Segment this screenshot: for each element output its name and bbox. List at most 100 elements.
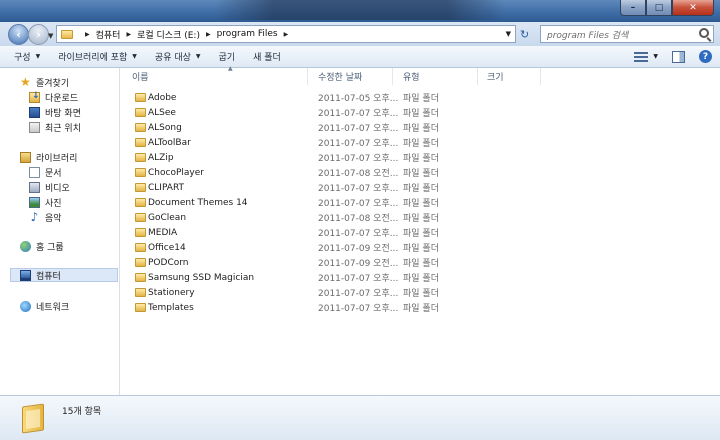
folder-icon [135,123,146,132]
file-row[interactable]: ALSong 2011-07-07 오후... 파일 폴더 [121,120,720,135]
file-type: 파일 폴더 [403,169,439,179]
file-type: 파일 폴더 [403,229,439,239]
videos-icon [29,181,40,193]
network-icon [20,300,31,312]
folder-icon [135,198,146,207]
nav-item-documents[interactable]: 문서 [29,165,62,179]
file-name: Adobe [148,92,177,103]
file-row[interactable]: ChocoPlayer 2011-07-08 오전... 파일 폴더 [121,165,720,180]
file-row[interactable]: Document Themes 14 2011-07-07 오후... 파일 폴더 [121,195,720,210]
file-name: PODCorn [148,257,189,268]
music-icon: ♪ [30,209,39,224]
file-date-modified: 2011-07-09 오전... [318,244,399,254]
file-name: Samsung SSD Magician [148,272,255,283]
recent-pages-dropdown[interactable]: ▼ [48,32,53,40]
computer-icon [20,269,31,281]
include-library-button[interactable]: 라이브러리에 포함 ▼ [54,50,141,63]
breadcrumb-program-files[interactable]: program Files ▶ [217,29,289,39]
organize-button[interactable]: 구성 ▼ [10,50,44,63]
title-glare [215,0,505,20]
breadcrumb-root-chevron[interactable]: ▶ [79,31,90,38]
file-row[interactable]: PODCorn 2011-07-09 오전... 파일 폴더 [121,255,720,270]
file-row[interactable]: CLIPART 2011-07-07 오후... 파일 폴더 [121,180,720,195]
new-folder-button[interactable]: 새 폴더 [249,50,285,63]
documents-icon [29,166,40,178]
address-history-dropdown[interactable]: ▼ [506,30,511,38]
file-name: CLIPART [148,182,185,193]
file-row[interactable]: Adobe 2011-07-05 오후... 파일 폴더 [121,90,720,105]
item-count: 15개 항목 [62,407,102,417]
nav-item-downloads[interactable]: 다운로드 [29,90,78,104]
file-name: MEDIA [148,227,178,238]
breadcrumb-local-disk[interactable]: 로컬 디스크 (E:) ▶ [137,28,211,41]
file-row[interactable]: Samsung SSD Magician 2011-07-07 오후... 파일 폴… [121,270,720,285]
file-name: Templates [148,302,194,313]
change-view-icon[interactable] [634,51,649,63]
nav-homegroup[interactable]: 홈 그룹 [20,239,64,253]
file-date-modified: 2011-07-07 오후... [318,289,399,299]
file-name: Office14 [148,242,186,253]
file-row[interactable]: ALSee 2011-07-07 오후... 파일 폴더 [121,105,720,120]
column-header-name[interactable]: ▲ 이름 [132,65,308,85]
file-row[interactable]: ALZip 2011-07-07 오후... 파일 폴더 [121,150,720,165]
file-date-modified: 2011-07-07 오후... [318,199,399,209]
search-icon[interactable] [699,28,709,38]
file-date-modified: 2011-07-07 오후... [318,139,399,149]
forward-button[interactable]: › [28,24,49,45]
file-type: 파일 폴더 [403,289,439,299]
toolbar-right: ▼ ? [634,50,712,63]
nav-item-pictures[interactable]: 사진 [29,195,62,209]
navigation-pane: ★즐겨찾기 다운로드 바탕 화면 최근 위치 라이브러리 문서 비디오 사진 ♪… [0,68,120,395]
file-date-modified: 2011-07-08 오전... [318,169,399,179]
file-date-modified: 2011-07-05 오후... [318,94,399,104]
column-header-type[interactable]: 유형 [403,68,478,85]
nav-item-recent-places[interactable]: 최근 위치 [29,120,81,134]
nav-item-desktop[interactable]: 바탕 화면 [29,105,81,119]
nav-item-music[interactable]: ♪ 음악 [29,210,62,224]
file-type: 파일 폴더 [403,139,439,149]
refresh-icon[interactable]: ↻ [520,28,529,41]
file-row[interactable]: ALToolBar 2011-07-07 오후... 파일 폴더 [121,135,720,150]
file-row[interactable]: GoClean 2011-07-08 오전... 파일 폴더 [121,210,720,225]
column-header-size[interactable]: 크기 [487,68,541,85]
folder-icon [135,273,146,282]
close-button[interactable]: ✕ [672,0,714,16]
file-type: 파일 폴더 [403,199,439,209]
folder-icon [135,228,146,237]
libraries-icon [20,151,31,163]
search-input[interactable]: program Files 검색 [540,25,714,43]
folder-icon [61,29,73,39]
file-row[interactable]: Stationery 2011-07-07 오후... 파일 폴더 [121,285,720,300]
minimize-button[interactable]: – [620,0,646,16]
nav-item-videos[interactable]: 비디오 [29,180,70,194]
file-name: ChocoPlayer [148,167,204,178]
file-row[interactable]: Office14 2011-07-09 오전... 파일 폴더 [121,240,720,255]
view-options-dropdown[interactable]: ▼ [653,53,658,60]
address-box[interactable]: ▶ 컴퓨터 ▶ 로컬 디스크 (E:) ▶ program Files ▶ ▼ [56,25,516,43]
column-header-date-modified[interactable]: 수정한 날짜 [318,68,393,85]
file-type: 파일 폴더 [403,259,439,269]
file-type: 파일 폴더 [403,304,439,314]
back-button[interactable]: ‹ [8,24,29,45]
nav-network[interactable]: 네트워크 [20,299,69,313]
file-name: GoClean [148,212,187,223]
nav-computer[interactable]: 컴퓨터 [10,268,118,282]
file-date-modified: 2011-07-08 오전... [318,214,399,224]
recent-places-icon [29,121,40,133]
share-with-button[interactable]: 공유 대상 ▼ [151,50,205,63]
maximize-button[interactable]: □ [646,0,672,16]
nav-libraries[interactable]: 라이브러리 [20,150,77,164]
help-icon[interactable]: ? [699,50,712,63]
details-pane: 15개 항목 [0,395,720,440]
file-type: 파일 폴더 [403,184,439,194]
file-row[interactable]: MEDIA 2011-07-07 오후... 파일 폴더 [121,225,720,240]
file-row[interactable]: Templates 2011-07-07 오후... 파일 폴더 [121,300,720,315]
nav-favorites[interactable]: ★ 즐겨찾기 [20,75,69,89]
folder-icon [135,258,146,267]
breadcrumb-computer[interactable]: 컴퓨터 ▶ [96,28,131,41]
file-name: Stationery [148,287,195,298]
file-date-modified: 2011-07-07 오후... [318,154,399,164]
burn-button[interactable]: 굽기 [215,50,240,63]
preview-pane-icon[interactable] [672,50,685,63]
folder-icon [135,168,146,177]
